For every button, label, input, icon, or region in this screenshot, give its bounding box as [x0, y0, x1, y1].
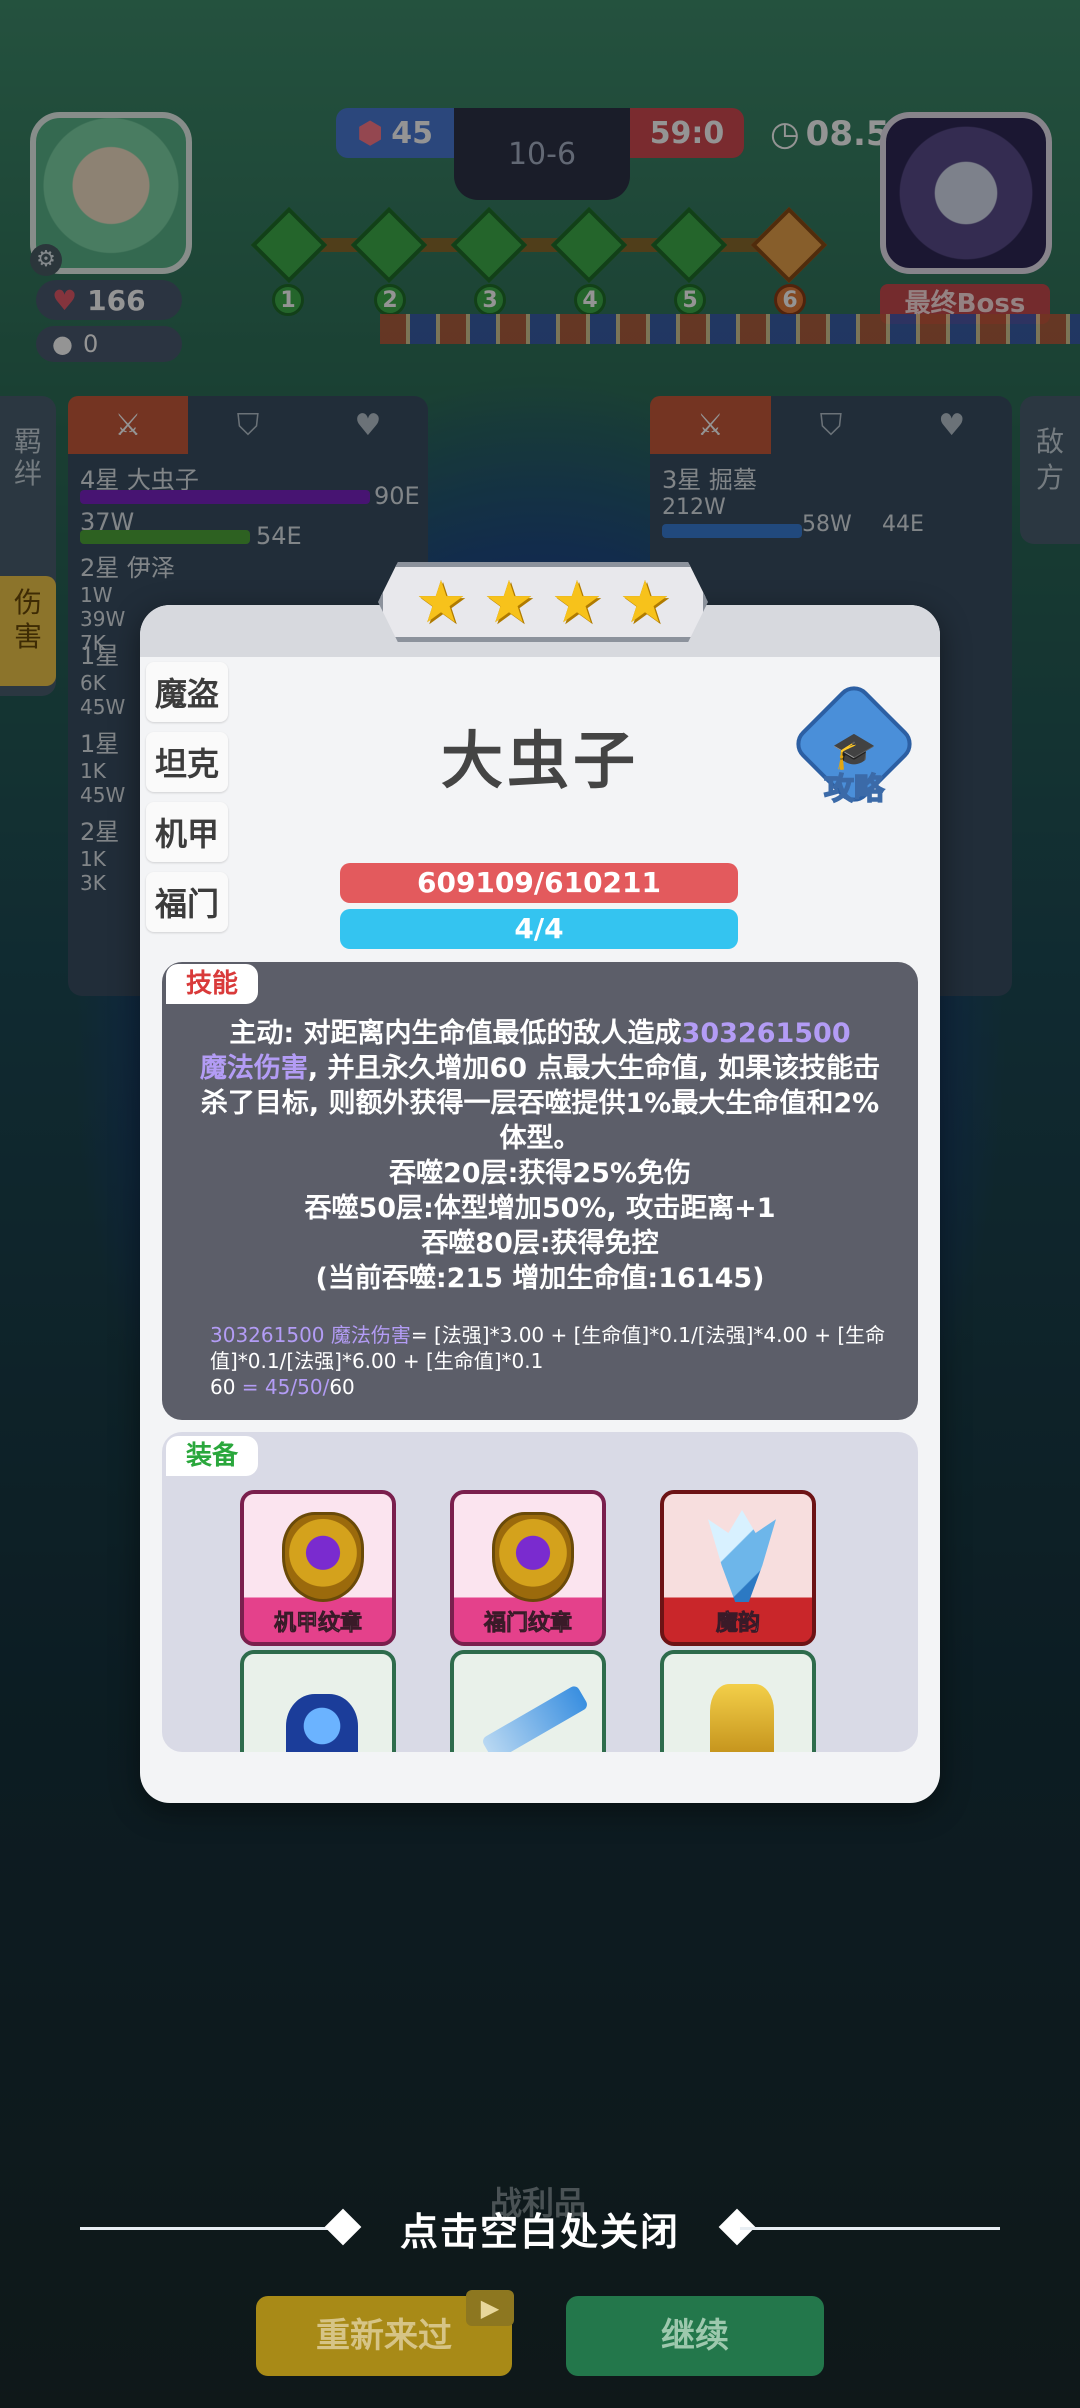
- close-hint[interactable]: 点击空白处关闭: [80, 2198, 1000, 2258]
- skill-line: 吞噬20层:获得25%免伤: [389, 1158, 691, 1189]
- trident-icon: [708, 1510, 776, 1602]
- diamond-icon: [324, 2208, 362, 2246]
- equipment-slot[interactable]: 魔韵: [660, 1490, 816, 1646]
- hero-name: 大虫子: [440, 724, 639, 797]
- continue-button[interactable]: 继续: [566, 2296, 824, 2376]
- skill-line: (当前吞噬:215 增加生命值:16145): [315, 1263, 765, 1294]
- class-tag[interactable]: 福门: [146, 872, 228, 932]
- formula-label: 303261500 魔法伤害: [210, 1323, 411, 1347]
- star-rating: ★ ★ ★ ★: [378, 562, 708, 642]
- equipment-tag: 装备: [166, 1436, 258, 1476]
- armored-knight-icon: [286, 1694, 358, 1752]
- equipment-name: 机甲纹章: [273, 1611, 363, 1637]
- skill-line: 吞噬80层:获得免控: [421, 1228, 659, 1259]
- equipment-name: 福门纹章: [483, 1611, 573, 1637]
- class-tags: 魔盗 坦克 机甲 福门: [146, 662, 234, 942]
- close-hint-text: 点击空白处关闭: [399, 2209, 680, 2254]
- class-tag[interactable]: 坦克: [146, 732, 228, 792]
- star-icon: ★: [551, 568, 603, 636]
- skill-damage-value: 303261500: [681, 1018, 851, 1049]
- equipment-slot[interactable]: [240, 1650, 396, 1752]
- formula-text: 60: [329, 1375, 355, 1399]
- star-icon: ★: [415, 568, 467, 636]
- star-icon: ★: [483, 568, 535, 636]
- guide-button[interactable]: 🎓 攻略: [788, 678, 920, 810]
- mana-bar: 4/4: [340, 909, 738, 949]
- skill-line: 吞噬50层:体型增加50%, 攻击距离+1: [304, 1193, 776, 1224]
- equipment-slot[interactable]: 机甲纹章: [240, 1490, 396, 1646]
- skill-description: 主动: 对距离内生命值最低的敌人造成303261500 魔法伤害, 并且永久增加…: [190, 1016, 890, 1296]
- formula-label: 60: [210, 1375, 236, 1399]
- formula-text: = 45/50/: [235, 1375, 330, 1399]
- damage-formula: 303261500 魔法伤害= [法强]*3.00 + [生命值]*0.1/[法…: [210, 1322, 890, 1400]
- skill-damage-type: 魔法伤害: [199, 1053, 308, 1084]
- equipment-slot[interactable]: [660, 1650, 816, 1752]
- equipment-name: 魔韵: [715, 1611, 761, 1637]
- emblem-icon: [492, 1512, 574, 1602]
- skill-line: 主动: 对距离内生命值最低的敌人造成: [229, 1018, 682, 1049]
- emblem-icon: [282, 1512, 364, 1602]
- sniper-rifle-icon: [480, 1684, 590, 1752]
- golden-gauntlet-icon: [710, 1684, 774, 1752]
- skill-tag: 技能: [166, 964, 258, 1004]
- equipment-slot[interactable]: 福门纹章: [450, 1490, 606, 1646]
- guide-label: 攻略: [823, 771, 885, 808]
- class-tag[interactable]: 魔盗: [146, 662, 228, 722]
- equipment-section: 机甲纹章 福门纹章 魔韵: [162, 1432, 918, 1752]
- equipment-slot[interactable]: [450, 1650, 606, 1752]
- health-bar: 609109/610211: [340, 863, 738, 903]
- divider: [80, 2227, 340, 2230]
- star-icon: ★: [619, 568, 671, 636]
- divider: [740, 2227, 1000, 2230]
- video-ad-icon: ▶: [466, 2290, 514, 2326]
- class-tag[interactable]: 机甲: [146, 802, 228, 862]
